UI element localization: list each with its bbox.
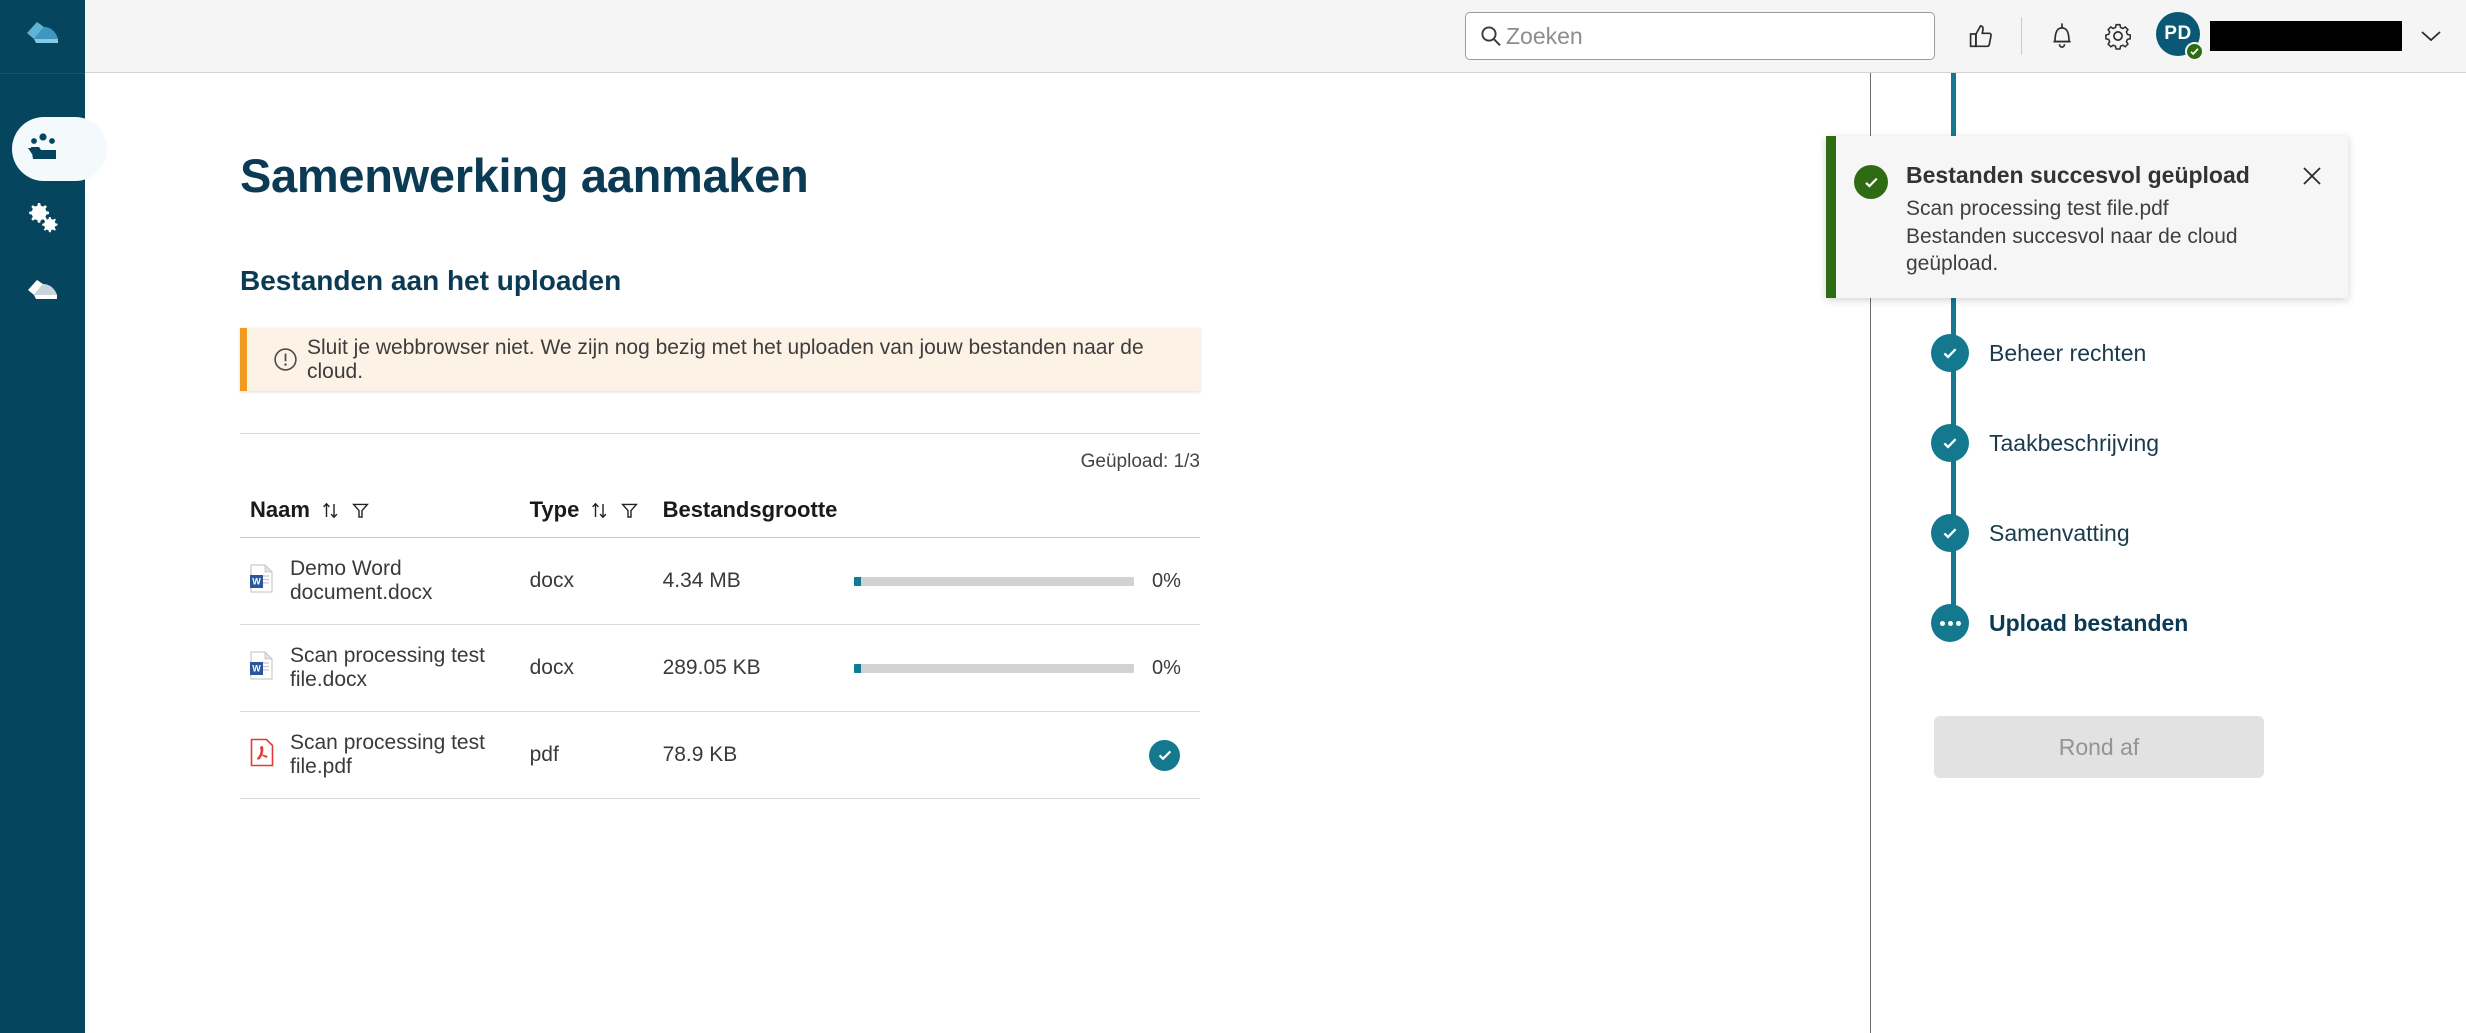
avatar[interactable]: PD — [2156, 12, 2204, 61]
file-name: Scan processing test file.docx — [290, 644, 485, 691]
word-document-icon: W — [250, 563, 274, 599]
column-header-type: Type — [529, 497, 663, 538]
progress-bar-fill — [853, 576, 861, 586]
toast-body: Bestanden succesvol geüpload Scan proces… — [1906, 162, 2290, 278]
cloud-icon — [25, 278, 61, 309]
page-title: Samenwerking aanmaken — [240, 149, 809, 202]
thumbs-up-icon[interactable] — [1957, 12, 2005, 60]
chevron-down-icon[interactable] — [2416, 21, 2446, 51]
word-document-icon: W — [250, 650, 274, 686]
column-label: Naam — [250, 497, 310, 522]
file-name-cell: W Demo Word document.docx — [240, 537, 530, 625]
exclamation-circle-icon — [263, 347, 307, 372]
table-row[interactable]: W Scan processing test file.docx docx 28… — [240, 624, 1200, 712]
table-row[interactable]: Scan processing test file.pdf pdf 78.9 K… — [240, 711, 1200, 799]
stepper-step-summary[interactable]: Samenvatting — [1931, 488, 2466, 578]
column-header-name: Naam — [240, 497, 530, 538]
file-upload-table: Naam Type Bestandsgrootte W Demo Word do… — [240, 497, 1200, 799]
sidebar-nav — [0, 113, 107, 329]
progress-bar — [853, 663, 1134, 673]
step-check-icon — [1931, 424, 1969, 462]
step-label: Taakbeschrijving — [1989, 429, 2160, 456]
column-label: Bestandsgrootte — [662, 497, 838, 522]
cloud-logo-icon — [24, 20, 62, 53]
sidebar-divider — [0, 73, 85, 74]
sort-arrows-icon[interactable] — [321, 501, 340, 520]
table-header-row: Naam Type Bestandsgrootte — [240, 497, 1200, 538]
sort-arrows-icon[interactable] — [590, 501, 609, 520]
check-circle-icon — [1836, 162, 1906, 199]
content-divider — [240, 433, 1200, 434]
progress-bar — [853, 576, 1134, 586]
svg-text:W: W — [252, 663, 261, 673]
toast-line-1: Scan processing test file.pdf — [1906, 197, 2169, 220]
check-badge-icon — [2185, 42, 2204, 61]
file-type: docx — [529, 624, 663, 712]
toast-line-2: Bestanden succesvol naar de cloud — [1906, 224, 2238, 248]
step-check-icon — [1931, 514, 1969, 552]
collaboration-folder-icon — [25, 131, 61, 168]
search-input[interactable] — [1506, 22, 1920, 50]
step-label: Upload bestanden — [1989, 609, 2189, 636]
file-name-cell: Scan processing test file.pdf — [240, 711, 530, 799]
bell-icon[interactable] — [2038, 12, 2086, 60]
stepper-step-task-description[interactable]: Taakbeschrijving — [1931, 398, 2466, 488]
file-type: pdf — [529, 711, 663, 799]
column-header-progress — [853, 497, 1200, 538]
uploaded-counter: Geüpload: 1/3 — [1080, 451, 1200, 472]
step-in-progress-icon — [1931, 604, 1969, 642]
file-size: 78.9 KB — [662, 711, 854, 799]
toast-title: Bestanden succesvol geüpload — [1906, 162, 2250, 188]
finish-button[interactable]: Rond af — [1934, 716, 2264, 778]
stepper-step-manage-rights[interactable]: Beheer rechten — [1931, 308, 2466, 398]
sidebar — [0, 0, 107, 1033]
table-header: Naam Type Bestandsgrootte — [240, 497, 1200, 538]
file-size: 4.34 MB — [662, 537, 854, 625]
section-title: Bestanden aan het uploaden — [240, 265, 622, 296]
stepper-step-upload-files[interactable]: Upload bestanden — [1931, 578, 2466, 668]
step-label: Samenvatting — [1989, 519, 2130, 546]
pdf-document-icon — [250, 738, 274, 773]
sidebar-item-settings[interactable] — [0, 185, 85, 257]
step-label: Beheer rechten — [1989, 339, 2147, 366]
close-icon[interactable] — [2290, 162, 2334, 188]
progress-percent: 0% — [1151, 656, 1181, 679]
filter-funnel-icon[interactable] — [351, 501, 370, 520]
sidebar-item-collaborations[interactable] — [0, 113, 107, 185]
brand-logo[interactable] — [0, 0, 85, 73]
progress-percent: 0% — [1151, 569, 1181, 592]
file-name-cell: W Scan processing test file.docx — [240, 624, 530, 712]
svg-text:W: W — [252, 576, 261, 586]
app-root: PD Samenwerking aanmaken Bestanden aa — [0, 0, 2466, 1033]
file-progress-cell: 0% — [853, 537, 1200, 625]
toast-line-3: geüpload. — [1906, 252, 1999, 276]
file-status-cell — [853, 711, 1200, 799]
table-row[interactable]: W Demo Word document.docx docx 4.34 MB 0… — [240, 537, 1200, 625]
column-header-size: Bestandsgrootte — [662, 497, 854, 538]
column-label: Type — [529, 497, 580, 522]
search-box[interactable] — [1465, 12, 1935, 60]
user-name-redacted — [2210, 21, 2402, 51]
search-icon — [1480, 25, 1506, 47]
warning-text: Sluit je webbrowser niet. We zijn nog be… — [307, 335, 1144, 383]
file-name: Scan processing test file.pdf — [290, 731, 485, 778]
file-progress-cell: 0% — [853, 624, 1200, 712]
table-body: W Demo Word document.docx docx 4.34 MB 0… — [240, 537, 1200, 799]
top-header: PD — [85, 0, 2466, 73]
file-size: 289.05 KB — [662, 624, 854, 712]
main-content: Samenwerking aanmaken Bestanden aan het … — [85, 73, 1870, 1033]
file-name: Demo Word document.docx — [290, 557, 433, 604]
success-toast: Bestanden succesvol geüpload Scan proces… — [1826, 136, 2348, 299]
gear-icon[interactable] — [2094, 12, 2142, 60]
header-divider — [2021, 17, 2022, 55]
sidebar-item-cloud[interactable] — [0, 257, 85, 329]
step-check-icon — [1931, 334, 1969, 372]
filter-funnel-icon[interactable] — [620, 501, 639, 520]
upload-warning-banner: Sluit je webbrowser niet. We zijn nog be… — [240, 328, 1200, 391]
upload-complete-check-icon — [1149, 739, 1180, 771]
file-type: docx — [529, 537, 663, 625]
gears-icon — [26, 202, 60, 241]
progress-bar-fill — [853, 663, 861, 673]
